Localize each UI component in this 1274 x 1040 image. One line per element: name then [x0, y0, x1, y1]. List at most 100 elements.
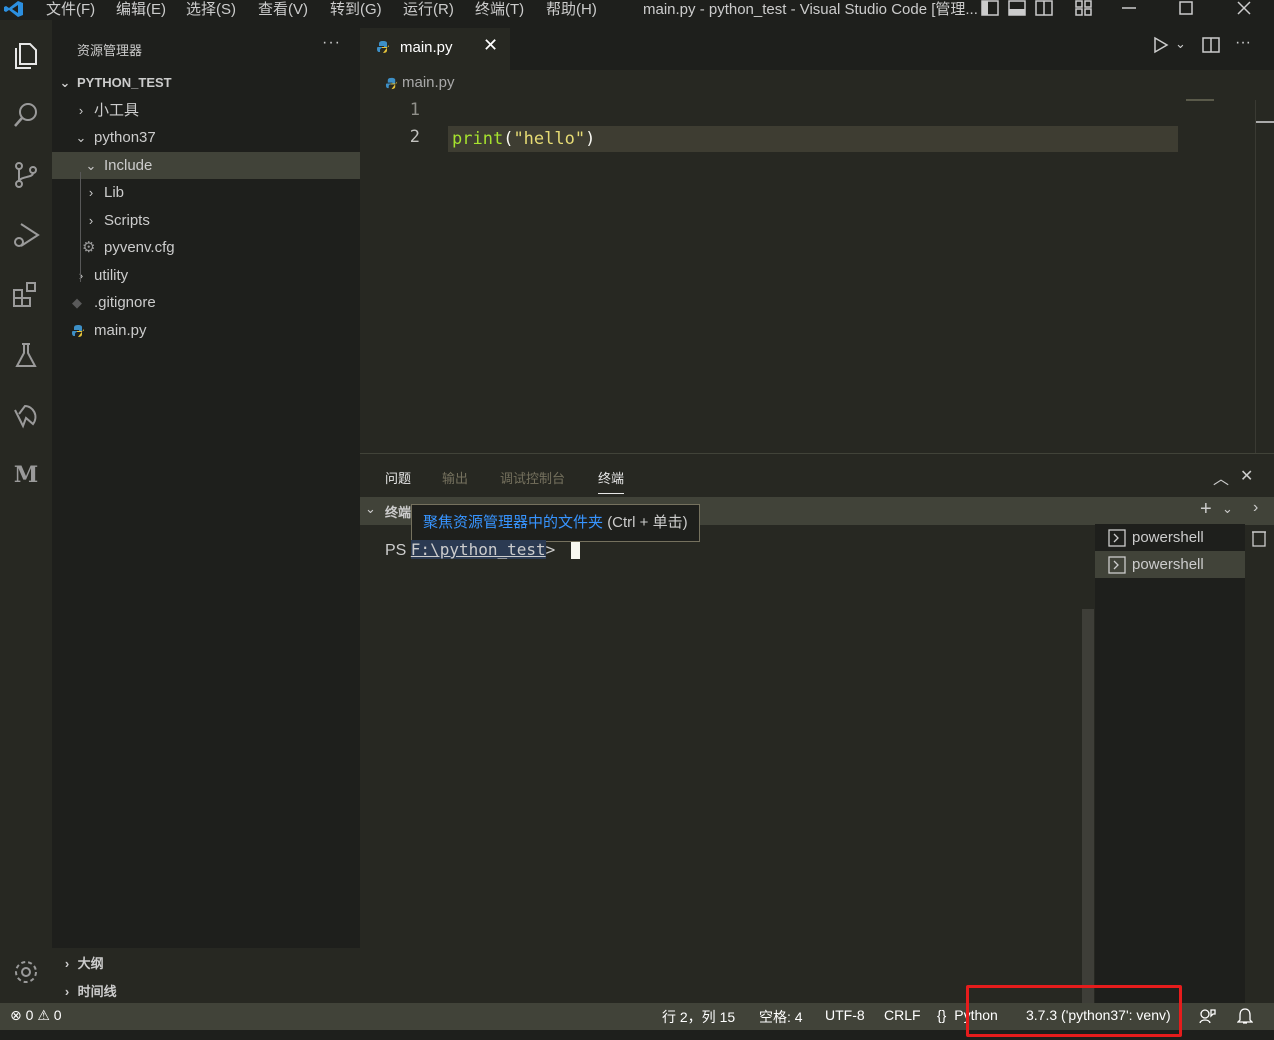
more-actions-icon[interactable]: ··· — [322, 34, 341, 52]
terminal-list: powershell powershell — [1095, 524, 1245, 1004]
outline-section[interactable]: › 大纲 — [60, 953, 104, 972]
chevron-down-icon[interactable]: ⌄ — [365, 501, 376, 517]
menu-go[interactable]: 转到(G) — [330, 0, 382, 19]
terminal-instance-selected[interactable]: powershell — [1095, 551, 1245, 578]
timeline-section[interactable]: › 时间线 — [60, 981, 117, 1000]
menu-selection[interactable]: 选择(S) — [186, 0, 236, 19]
close-panel-icon[interactable]: ✕ — [1240, 466, 1253, 486]
run-dropdown-chevron-icon[interactable]: ⌄ — [1175, 36, 1186, 52]
menu-run[interactable]: 运行(R) — [403, 0, 454, 19]
tree-item-folder[interactable]: ⌄ python37 — [52, 124, 360, 151]
split-editor-icon[interactable] — [1202, 37, 1220, 56]
braces-icon: {} — [937, 1007, 947, 1023]
problems-status[interactable]: ⊗ 0 ⚠ 0 — [10, 1007, 62, 1024]
bottom-panel: 问题 输出 调试控制台 终端 ︿ ✕ ⌄ 终端 + ⌄ › 聚焦资源管理器中的文… — [360, 453, 1274, 1004]
customize-layout-icon[interactable] — [1075, 0, 1093, 21]
indent-guide — [80, 172, 81, 282]
source-control-icon[interactable] — [6, 155, 46, 195]
tab-output[interactable]: 输出 — [442, 468, 468, 487]
tree-item-folder[interactable]: › 小工具 — [52, 97, 360, 124]
new-terminal-icon[interactable]: + — [1200, 498, 1212, 521]
menu-terminal[interactable]: 终端(T) — [475, 0, 524, 19]
git-file-icon: ◆ — [72, 295, 82, 310]
error-icon: ⊗ — [10, 1007, 22, 1023]
search-icon[interactable] — [6, 95, 46, 135]
tab-debug-console[interactable]: 调试控制台 — [500, 468, 565, 487]
editor-more-actions-icon[interactable]: ··· — [1235, 34, 1251, 52]
chevron-right-icon: › — [88, 213, 94, 228]
chevron-right-icon: › — [78, 103, 84, 118]
terminal-scrollbar[interactable] — [1082, 609, 1094, 1004]
maximize-panel-icon[interactable]: ︿ — [1213, 465, 1229, 489]
settings-gear-icon[interactable] — [6, 952, 46, 992]
breadcrumb[interactable]: main.py — [385, 74, 455, 91]
minimize-icon[interactable] — [1121, 0, 1137, 21]
tree-item-folder[interactable]: › Lib — [52, 179, 360, 206]
sidebar-bottom-panels: › 大纲 › 时间线 — [52, 948, 360, 1003]
tree-item-folder[interactable]: › utility — [52, 262, 360, 289]
tab-problems[interactable]: 问题 — [385, 468, 411, 487]
chevron-down-icon: ⌄ — [85, 158, 97, 173]
terminal-instance[interactable]: powershell — [1095, 524, 1245, 551]
indentation-status[interactable]: 空格: 4 — [759, 1007, 803, 1027]
tree-item-file[interactable]: ⚙ pyvenv.cfg — [52, 234, 360, 261]
feedback-icon[interactable] — [1198, 1007, 1216, 1028]
tree-item-folder[interactable]: › Scripts — [52, 207, 360, 234]
tree-item-file[interactable]: ◆ .gitignore — [52, 289, 360, 316]
maximize-icon[interactable] — [1178, 0, 1194, 21]
explorer-sidebar: 资源管理器 ··· ⌄ PYTHON_TEST › 小工具 ⌄ python37… — [52, 20, 360, 948]
python-file-icon — [71, 317, 85, 344]
terminal-prompt-icon — [1108, 524, 1126, 551]
tooltip-link[interactable]: 聚焦资源管理器中的文件夹 — [423, 514, 603, 531]
notifications-bell-icon[interactable] — [1236, 1007, 1254, 1028]
terminal-path-link[interactable]: F:\python_test — [410, 540, 546, 559]
kill-terminal-icon[interactable] — [1251, 529, 1267, 550]
workspace-root[interactable]: ⌄ PYTHON_TEST — [52, 69, 360, 96]
tab-terminal[interactable]: 终端 — [598, 468, 625, 494]
eol-status[interactable]: CRLF — [884, 1007, 921, 1023]
testing-icon[interactable] — [6, 335, 46, 375]
menu-view[interactable]: 查看(V) — [258, 0, 308, 19]
tree-item-file[interactable]: main.py — [52, 317, 360, 344]
editor-scrollbar[interactable] — [1255, 100, 1274, 453]
editor-tab-bar: main.py ✕ ⌄ ··· — [360, 20, 1274, 70]
minimap[interactable] — [1186, 99, 1214, 101]
encoding-status[interactable]: UTF-8 — [825, 1007, 865, 1023]
toggle-sidebar-icon[interactable] — [981, 0, 999, 21]
cursor-position[interactable]: 行 2，列 15 — [662, 1007, 735, 1027]
code-function: print — [452, 129, 504, 149]
python-file-icon — [376, 40, 390, 57]
terminal-cursor — [570, 542, 580, 559]
terminal-dropdown-icon[interactable]: ⌄ — [1222, 501, 1233, 517]
markdown-extension-icon[interactable]: M — [6, 455, 46, 495]
line-number: 1 — [409, 100, 420, 120]
menu-file[interactable]: 文件(F) — [46, 0, 95, 19]
title-bar: 文件(F) 编辑(E) 选择(S) 查看(V) 转到(G) 运行(R) 终端(T… — [0, 0, 1274, 20]
code-line[interactable]: print("hello") — [452, 126, 595, 152]
tab-main-py[interactable]: main.py ✕ — [360, 28, 510, 70]
tree-item-folder-selected[interactable]: ⌄ Include — [52, 152, 360, 179]
toggle-panel-icon[interactable] — [1008, 0, 1026, 21]
python-file-icon — [385, 77, 398, 89]
folder-link-tooltip: 聚焦资源管理器中的文件夹 (Ctrl + 单击) — [411, 504, 700, 542]
menu-help[interactable]: 帮助(H) — [546, 0, 597, 19]
run-debug-icon[interactable] — [6, 215, 46, 255]
terminal-section-title: 终端 — [385, 505, 412, 520]
remote-explorer-icon[interactable] — [6, 395, 46, 435]
terminal-prompt[interactable]: PS F:\python_test> — [385, 540, 580, 560]
warning-icon: ⚠ — [37, 1007, 50, 1023]
toggle-secondary-sidebar-icon[interactable] — [1035, 0, 1053, 21]
code-editor[interactable]: main.py 1 2 print("hello") — [360, 70, 1274, 453]
close-window-icon[interactable] — [1236, 0, 1252, 21]
chevron-right-icon: › — [64, 984, 70, 999]
terminal-prompt-icon — [1108, 551, 1126, 578]
chevron-down-icon: ⌄ — [59, 75, 71, 90]
close-tab-icon[interactable]: ✕ — [483, 35, 498, 56]
run-python-file-icon[interactable] — [1153, 36, 1169, 57]
chevron-right-icon[interactable]: › — [1253, 499, 1258, 517]
extensions-icon[interactable] — [6, 275, 46, 315]
explorer-icon[interactable] — [6, 35, 46, 75]
menu-edit[interactable]: 编辑(E) — [116, 0, 166, 19]
line-number: 2 — [409, 127, 420, 147]
annotation-highlight-box — [966, 985, 1182, 1037]
